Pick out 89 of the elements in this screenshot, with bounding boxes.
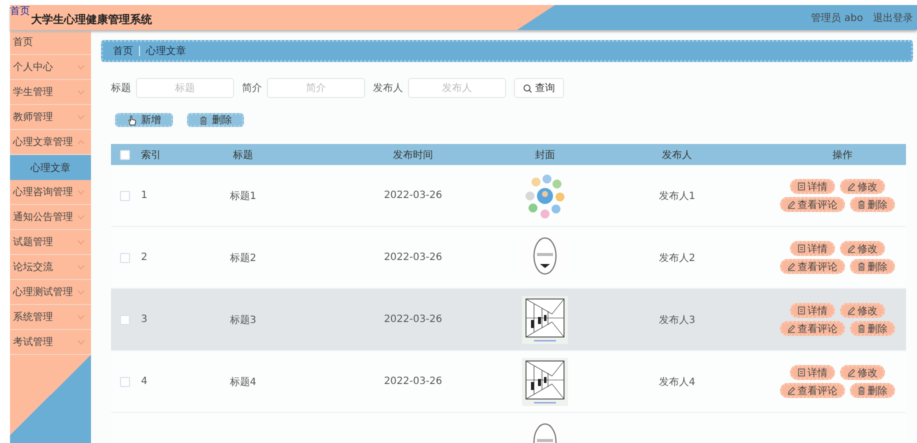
trash-icon xyxy=(856,262,866,271)
breadcrumb-link[interactable]: 心理文章 xyxy=(146,44,186,58)
table-cell-text: 3 xyxy=(140,314,148,325)
comments-button[interactable]: 查看评论 xyxy=(780,259,844,274)
sidebar-item[interactable]: 考试管理 xyxy=(10,330,91,355)
column-header: 标题 xyxy=(232,148,254,162)
search-field[interactable]: 标题 xyxy=(136,78,234,98)
table-cell-text: 标题1 xyxy=(228,190,258,202)
hand-cursor-icon xyxy=(127,114,137,126)
trash-icon xyxy=(856,324,866,333)
table-cell-text: 标题4 xyxy=(228,376,258,388)
user-label: 管理员 abo xyxy=(811,12,863,24)
document-icon xyxy=(796,182,806,191)
table-cell-text: 标题3 xyxy=(228,314,258,326)
delete-button[interactable]: 删除 xyxy=(850,383,894,398)
edit-button[interactable]: 修改 xyxy=(840,179,884,194)
delete-button[interactable]: 删除 xyxy=(850,321,894,336)
logout-link[interactable]: 退出登录 xyxy=(873,10,913,24)
pencil-icon xyxy=(846,368,856,377)
table-cell-text: 2 xyxy=(140,252,148,263)
detail-button[interactable]: 详情 xyxy=(790,365,834,380)
comments-button[interactable]: 查看评论 xyxy=(780,197,844,212)
sidebar-item[interactable]: 论坛交流 xyxy=(10,255,91,280)
table-cell-text: 发布人3 xyxy=(658,314,696,326)
comments-button[interactable]: 查看评论 xyxy=(780,321,844,336)
field-label: 标题 xyxy=(111,82,131,95)
column-header: 索引 xyxy=(140,148,162,162)
row-checkbox[interactable] xyxy=(120,314,130,324)
app-title: 大学生心理健康管理系统 xyxy=(31,12,152,27)
table-cell-text: 2022-03-26 xyxy=(382,190,444,201)
table-cell-text: 发布人1 xyxy=(658,190,696,202)
breadcrumb-link[interactable]: 首页 xyxy=(113,44,133,58)
sidebar-item[interactable]: 系统管理 xyxy=(10,305,91,330)
detail-button[interactable]: 详情 xyxy=(790,303,834,318)
search-field[interactable]: 简介 xyxy=(267,78,365,98)
detail-button[interactable]: 详情 xyxy=(790,241,834,256)
delete-button[interactable]: 删除 xyxy=(850,197,894,212)
trash-icon xyxy=(856,200,866,209)
pencil-icon xyxy=(846,244,856,253)
table-cell-text: 发布人4 xyxy=(658,376,696,388)
delete-button[interactable]: 删除 xyxy=(850,259,894,274)
field-label: 简介 xyxy=(242,82,262,95)
sidebar-item[interactable]: 教师管理 xyxy=(10,105,91,130)
row-checkbox[interactable] xyxy=(120,190,130,200)
sidebar-item[interactable]: 首页 xyxy=(10,30,91,55)
table-cell-text: 4 xyxy=(140,376,148,387)
field-label: 发布人 xyxy=(373,82,403,95)
document-icon xyxy=(796,306,806,315)
column-header: 封面 xyxy=(534,148,556,162)
row-checkbox[interactable] xyxy=(120,376,130,386)
sidebar-item[interactable]: 心理测试管理 xyxy=(10,280,91,305)
table-cell-text: 2022-03-26 xyxy=(382,252,444,263)
logo-text: 首页 xyxy=(10,5,30,18)
pencil-icon xyxy=(846,306,856,315)
row-checkbox[interactable] xyxy=(120,252,130,262)
sidebar-item[interactable]: 个人中心 xyxy=(10,55,91,80)
pencil-icon xyxy=(846,182,856,191)
pencil-icon xyxy=(786,200,796,209)
table-cell-text: 1 xyxy=(140,190,148,201)
detail-button[interactable]: 详情 xyxy=(790,179,834,194)
search-button[interactable]: 查询 xyxy=(514,78,564,98)
table-cell-text: 2022-03-26 xyxy=(382,314,444,325)
sidebar-item[interactable]: 心理文章管理 xyxy=(10,130,91,155)
edit-button[interactable]: 修改 xyxy=(840,365,884,380)
edit-button[interactable]: 修改 xyxy=(840,241,884,256)
pencil-icon xyxy=(786,262,796,271)
pencil-icon xyxy=(786,324,796,333)
search-icon xyxy=(523,84,532,92)
pencil-icon xyxy=(786,386,796,395)
sidebar-item[interactable]: 试题管理 xyxy=(10,230,91,255)
column-header: 发布时间 xyxy=(392,148,434,162)
select-all-checkbox[interactable] xyxy=(120,150,130,160)
search-field[interactable]: 发布人 xyxy=(408,78,506,98)
sidebar-item[interactable]: 通知公告管理 xyxy=(10,205,91,230)
document-icon xyxy=(796,244,806,253)
table-cell-text: 2022-03-26 xyxy=(382,376,444,387)
table-cell-text: 标题2 xyxy=(228,252,258,264)
delete-button[interactable]: 删除 xyxy=(187,113,244,127)
column-header: 操作 xyxy=(832,148,854,162)
add-button[interactable]: 新增 xyxy=(115,113,173,127)
table-cell-text: 发布人2 xyxy=(658,252,696,264)
document-icon xyxy=(796,368,806,377)
edit-button[interactable]: 修改 xyxy=(840,303,884,318)
sidebar-item[interactable]: 学生管理 xyxy=(10,80,91,105)
trash-icon xyxy=(856,386,866,395)
trash-icon xyxy=(199,116,208,124)
sidebar-item[interactable]: 心理咨询管理 xyxy=(10,180,91,205)
column-header: 发布人 xyxy=(661,148,693,162)
comments-button[interactable]: 查看评论 xyxy=(780,383,844,398)
